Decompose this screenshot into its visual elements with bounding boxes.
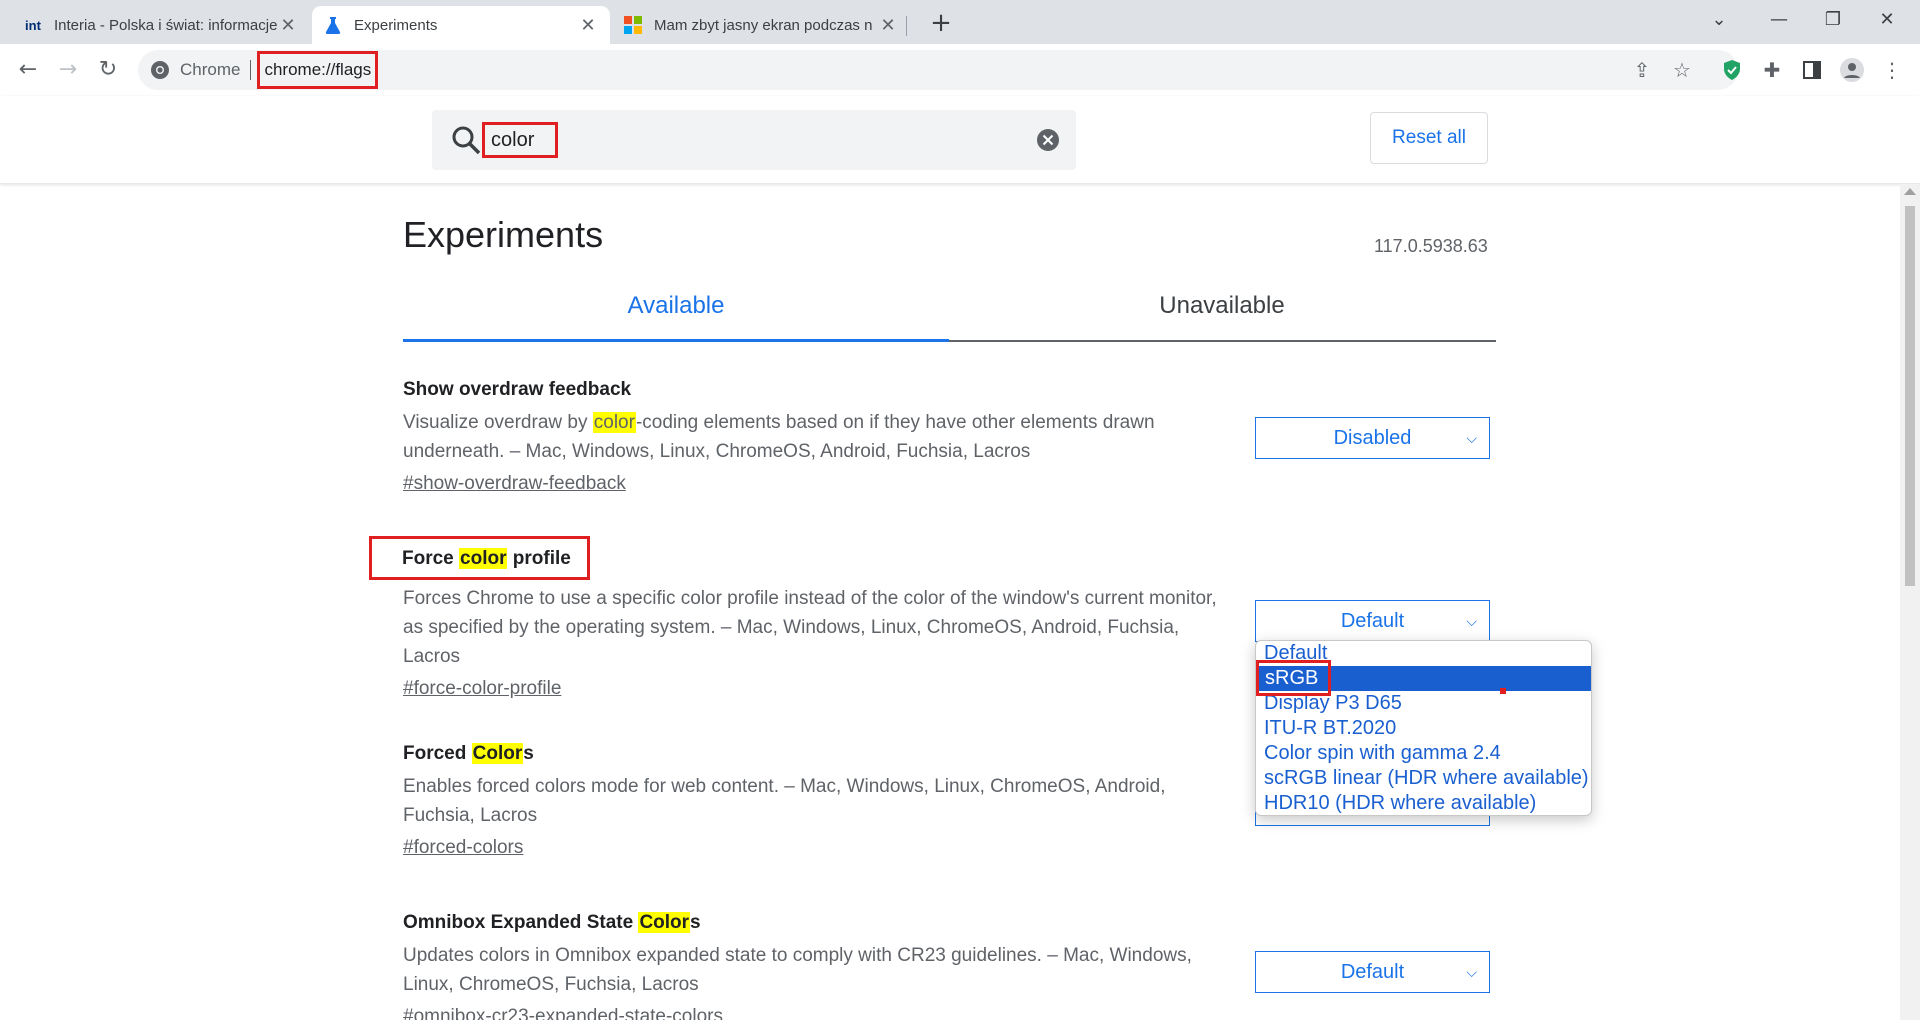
experiment-forced-colors: Forced Colors Enables forced colors mode…	[403, 740, 1223, 862]
toolbar: ← → ↻ Chrome chrome://flags ⇪ ☆ ✚ ⋮	[0, 44, 1920, 96]
experiment-description: Visualize overdraw by color-coding eleme…	[403, 408, 1223, 466]
flags-header: color Reset all	[0, 96, 1920, 184]
new-tab-button[interactable]: +	[924, 6, 958, 40]
flags-main: Experiments 117.0.5938.63 Available Unav…	[0, 184, 1900, 1020]
title-text: profile	[507, 548, 571, 569]
clear-search-icon[interactable]	[1036, 128, 1060, 152]
annotation-dot	[1500, 688, 1506, 694]
scroll-thumb[interactable]	[1905, 206, 1915, 586]
tab-separator	[906, 16, 907, 36]
experiment-force-color-profile: Force color profile Forces Chrome to use…	[369, 536, 1223, 703]
search-highlight: Color	[638, 912, 691, 933]
chevron-down-icon: ⌵	[1466, 430, 1477, 446]
page-title: Experiments	[403, 214, 604, 255]
title-text: Omnibox Expanded State	[403, 912, 639, 933]
search-highlight: color	[592, 412, 636, 433]
menu-kebab-icon[interactable]: ⋮	[1878, 56, 1906, 84]
title-text: Forced	[403, 743, 472, 764]
close-icon[interactable]: ✕	[878, 15, 898, 36]
flags-tabs: Available Unavailable	[403, 278, 1496, 342]
tab-title: Interia - Polska i świat: informacje	[54, 16, 278, 34]
tab-unavailable[interactable]: Unavailable	[949, 278, 1495, 340]
experiment-link[interactable]: #show-overdraw-feedback	[403, 470, 626, 498]
omnibox[interactable]: Chrome chrome://flags	[138, 50, 1738, 90]
experiment-show-overdraw-feedback: Show overdraw feedback Visualize overdra…	[403, 376, 1223, 498]
tab-available[interactable]: Available	[403, 278, 949, 342]
select-value: Disabled	[1333, 427, 1412, 449]
close-icon[interactable]: ✕	[578, 15, 598, 36]
select-omnibox-expanded-state-colors[interactable]: Default ⌵	[1255, 951, 1490, 993]
share-icon[interactable]: ⇪	[1628, 56, 1656, 84]
select-show-overdraw-feedback[interactable]: Disabled ⌵	[1255, 417, 1490, 459]
dropdown-option-hdr10[interactable]: HDR10 (HDR where available)	[1256, 791, 1591, 816]
experiment-link[interactable]: #force-color-profile	[403, 675, 561, 703]
minimize-icon[interactable]: —	[1752, 0, 1806, 40]
omnibox-divider	[250, 60, 252, 80]
tab-interia[interactable]: int Interia - Polska i świat: informacje…	[12, 6, 310, 44]
desc-text: Visualize overdraw by	[403, 412, 593, 433]
search-highlight: Color	[471, 743, 524, 764]
dropdown-option-srgb[interactable]: sRGB	[1256, 660, 1591, 696]
tab-microsoft[interactable]: Mam zbyt jasny ekran podczas n ✕	[612, 6, 910, 44]
version-label: 117.0.5938.63	[1374, 236, 1488, 256]
shield-extension-icon[interactable]	[1718, 56, 1746, 84]
tab-experiments[interactable]: Experiments ✕	[312, 6, 610, 44]
experiment-title: Force color profile	[369, 536, 590, 580]
experiment-link[interactable]: #omnibox-cr23-expanded-state-colors	[403, 1003, 723, 1020]
select-value: Default	[1340, 961, 1405, 983]
color-profile-dropdown: Default sRGB Display P3 D65 ITU-R BT.202…	[1255, 640, 1592, 816]
back-icon[interactable]: ←	[12, 54, 44, 86]
restore-icon[interactable]: ❐	[1806, 0, 1860, 40]
experiment-title: Show overdraw feedback	[403, 379, 632, 400]
side-panel-icon[interactable]	[1798, 56, 1826, 84]
experiment-link[interactable]: #forced-colors	[403, 834, 523, 862]
experiment-title: Forced Colors	[403, 740, 1223, 768]
tab-strip: int Interia - Polska i świat: informacje…	[0, 0, 1920, 44]
experiment-omnibox-expanded-state-colors: Omnibox Expanded State Colors Updates co…	[403, 909, 1223, 1020]
search-icon	[452, 126, 481, 155]
close-window-icon[interactable]: ✕	[1860, 0, 1914, 40]
chrome-logo-icon	[151, 61, 169, 79]
dropdown-option-itur-bt2020[interactable]: ITU-R BT.2020	[1256, 716, 1591, 741]
tab-title: Experiments	[354, 16, 438, 34]
tab-title: Mam zbyt jasny ekran podczas n	[654, 16, 873, 34]
tab-search-icon[interactable]: ⌄	[1692, 0, 1746, 40]
extensions-puzzle-icon[interactable]: ✚	[1758, 56, 1786, 84]
reset-all-button[interactable]: Reset all	[1370, 112, 1488, 164]
title-text: Force	[402, 548, 460, 569]
interia-favicon-icon: int	[25, 17, 41, 33]
microsoft-icon	[624, 16, 642, 34]
scrollbar[interactable]	[1900, 184, 1920, 1020]
option-label: sRGB	[1256, 660, 1332, 696]
select-value: Default	[1340, 610, 1405, 632]
experiment-description: Updates colors in Omnibox expanded state…	[403, 945, 1192, 995]
bookmark-star-icon[interactable]: ☆	[1668, 56, 1696, 84]
forward-icon[interactable]: →	[52, 54, 84, 86]
search-input[interactable]: color	[482, 122, 558, 158]
scroll-up-icon[interactable]	[1904, 188, 1916, 195]
experiment-description: Forces Chrome to use a specific color pr…	[403, 588, 1217, 667]
search-highlight: color	[459, 548, 508, 569]
flask-icon	[324, 16, 342, 34]
dropdown-option-scrgb-linear[interactable]: scRGB linear (HDR where available)	[1256, 766, 1591, 791]
omnibox-prefix: Chrome	[180, 60, 241, 79]
omnibox-url[interactable]: chrome://flags	[257, 51, 379, 89]
chevron-down-icon: ⌵	[1466, 964, 1477, 980]
select-force-color-profile[interactable]: Default ⌵	[1255, 600, 1490, 642]
close-icon[interactable]: ✕	[278, 15, 298, 36]
profile-avatar-icon[interactable]	[1838, 56, 1866, 84]
experiment-title: Omnibox Expanded State Colors	[403, 909, 1223, 937]
experiment-description: Enables forced colors mode for web conte…	[403, 776, 1166, 826]
title-text: s	[690, 912, 701, 933]
title-text: s	[523, 743, 534, 764]
dropdown-option-color-spin[interactable]: Color spin with gamma 2.4	[1256, 741, 1591, 766]
reload-icon[interactable]: ↻	[92, 54, 124, 86]
chevron-down-icon: ⌵	[1466, 613, 1477, 629]
search-box[interactable]: color	[432, 110, 1076, 170]
